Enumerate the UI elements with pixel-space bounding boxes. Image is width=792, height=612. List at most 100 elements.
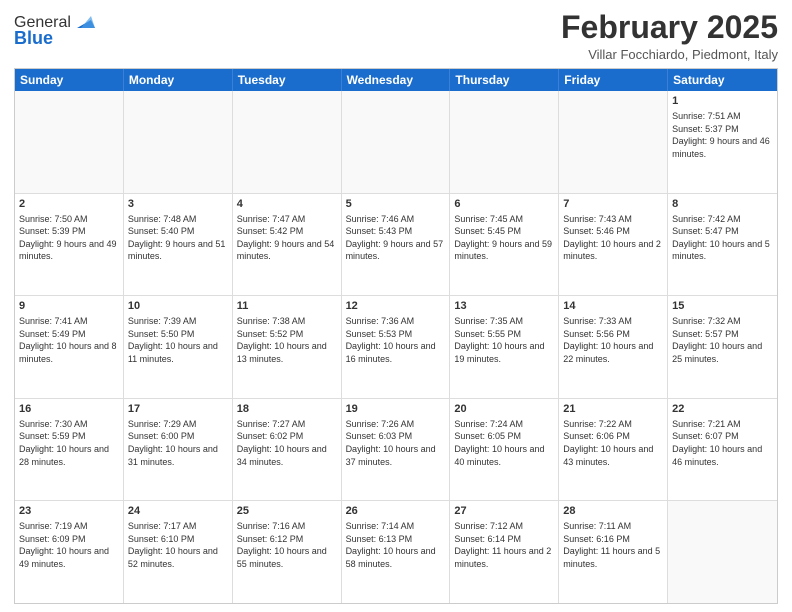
empty-cell (668, 501, 777, 603)
day-info: Sunrise: 7:33 AM Sunset: 5:56 PM Dayligh… (563, 315, 663, 365)
day-number: 25 (237, 504, 337, 519)
logo-blue-text: Blue (14, 28, 53, 49)
day-info: Sunrise: 7:51 AM Sunset: 5:37 PM Dayligh… (672, 110, 773, 160)
day-of-week-monday: Monday (124, 69, 233, 91)
day-number: 28 (563, 504, 663, 519)
day-info: Sunrise: 7:47 AM Sunset: 5:42 PM Dayligh… (237, 213, 337, 263)
day-info: Sunrise: 7:12 AM Sunset: 6:14 PM Dayligh… (454, 520, 554, 570)
day-number: 20 (454, 402, 554, 417)
day-of-week-friday: Friday (559, 69, 668, 91)
day-number: 3 (128, 197, 228, 212)
day-number: 2 (19, 197, 119, 212)
day-info: Sunrise: 7:11 AM Sunset: 6:16 PM Dayligh… (563, 520, 663, 570)
day-number: 8 (672, 197, 773, 212)
day-number: 9 (19, 299, 119, 314)
week-row-1: 1Sunrise: 7:51 AM Sunset: 5:37 PM Daylig… (15, 91, 777, 193)
logo: General Blue (14, 14, 95, 49)
day-info: Sunrise: 7:19 AM Sunset: 6:09 PM Dayligh… (19, 520, 119, 570)
day-number: 26 (346, 504, 446, 519)
day-cell-21: 21Sunrise: 7:22 AM Sunset: 6:06 PM Dayli… (559, 399, 668, 501)
day-cell-10: 10Sunrise: 7:39 AM Sunset: 5:50 PM Dayli… (124, 296, 233, 398)
day-number: 10 (128, 299, 228, 314)
month-title: February 2025 (561, 10, 778, 45)
day-cell-12: 12Sunrise: 7:36 AM Sunset: 5:53 PM Dayli… (342, 296, 451, 398)
day-info: Sunrise: 7:42 AM Sunset: 5:47 PM Dayligh… (672, 213, 773, 263)
day-info: Sunrise: 7:45 AM Sunset: 5:45 PM Dayligh… (454, 213, 554, 263)
day-info: Sunrise: 7:46 AM Sunset: 5:43 PM Dayligh… (346, 213, 446, 263)
day-of-week-saturday: Saturday (668, 69, 777, 91)
day-cell-8: 8Sunrise: 7:42 AM Sunset: 5:47 PM Daylig… (668, 194, 777, 296)
day-number: 23 (19, 504, 119, 519)
page: General Blue February 2025 Villar Focchi… (0, 0, 792, 612)
day-cell-28: 28Sunrise: 7:11 AM Sunset: 6:16 PM Dayli… (559, 501, 668, 603)
day-cell-11: 11Sunrise: 7:38 AM Sunset: 5:52 PM Dayli… (233, 296, 342, 398)
empty-cell (233, 91, 342, 193)
day-number: 21 (563, 402, 663, 417)
empty-cell (559, 91, 668, 193)
day-cell-17: 17Sunrise: 7:29 AM Sunset: 6:00 PM Dayli… (124, 399, 233, 501)
day-number: 6 (454, 197, 554, 212)
day-cell-4: 4Sunrise: 7:47 AM Sunset: 5:42 PM Daylig… (233, 194, 342, 296)
day-number: 14 (563, 299, 663, 314)
day-cell-3: 3Sunrise: 7:48 AM Sunset: 5:40 PM Daylig… (124, 194, 233, 296)
day-number: 11 (237, 299, 337, 314)
day-info: Sunrise: 7:36 AM Sunset: 5:53 PM Dayligh… (346, 315, 446, 365)
day-cell-18: 18Sunrise: 7:27 AM Sunset: 6:02 PM Dayli… (233, 399, 342, 501)
day-info: Sunrise: 7:38 AM Sunset: 5:52 PM Dayligh… (237, 315, 337, 365)
day-info: Sunrise: 7:22 AM Sunset: 6:06 PM Dayligh… (563, 418, 663, 468)
day-number: 7 (563, 197, 663, 212)
day-info: Sunrise: 7:27 AM Sunset: 6:02 PM Dayligh… (237, 418, 337, 468)
day-number: 1 (672, 94, 773, 109)
day-info: Sunrise: 7:30 AM Sunset: 5:59 PM Dayligh… (19, 418, 119, 468)
day-cell-2: 2Sunrise: 7:50 AM Sunset: 5:39 PM Daylig… (15, 194, 124, 296)
empty-cell (342, 91, 451, 193)
day-cell-15: 15Sunrise: 7:32 AM Sunset: 5:57 PM Dayli… (668, 296, 777, 398)
day-cell-13: 13Sunrise: 7:35 AM Sunset: 5:55 PM Dayli… (450, 296, 559, 398)
day-of-week-tuesday: Tuesday (233, 69, 342, 91)
day-info: Sunrise: 7:32 AM Sunset: 5:57 PM Dayligh… (672, 315, 773, 365)
day-cell-24: 24Sunrise: 7:17 AM Sunset: 6:10 PM Dayli… (124, 501, 233, 603)
day-number: 19 (346, 402, 446, 417)
week-row-4: 16Sunrise: 7:30 AM Sunset: 5:59 PM Dayli… (15, 398, 777, 501)
day-info: Sunrise: 7:16 AM Sunset: 6:12 PM Dayligh… (237, 520, 337, 570)
day-of-week-thursday: Thursday (450, 69, 559, 91)
day-number: 16 (19, 402, 119, 417)
day-cell-9: 9Sunrise: 7:41 AM Sunset: 5:49 PM Daylig… (15, 296, 124, 398)
day-number: 17 (128, 402, 228, 417)
day-info: Sunrise: 7:21 AM Sunset: 6:07 PM Dayligh… (672, 418, 773, 468)
day-cell-7: 7Sunrise: 7:43 AM Sunset: 5:46 PM Daylig… (559, 194, 668, 296)
calendar-body: 1Sunrise: 7:51 AM Sunset: 5:37 PM Daylig… (15, 91, 777, 603)
title-block: February 2025 Villar Focchiardo, Piedmon… (561, 10, 778, 62)
day-cell-23: 23Sunrise: 7:19 AM Sunset: 6:09 PM Dayli… (15, 501, 124, 603)
day-info: Sunrise: 7:14 AM Sunset: 6:13 PM Dayligh… (346, 520, 446, 570)
week-row-5: 23Sunrise: 7:19 AM Sunset: 6:09 PM Dayli… (15, 500, 777, 603)
header: General Blue February 2025 Villar Focchi… (14, 10, 778, 62)
week-row-3: 9Sunrise: 7:41 AM Sunset: 5:49 PM Daylig… (15, 295, 777, 398)
day-number: 5 (346, 197, 446, 212)
day-info: Sunrise: 7:41 AM Sunset: 5:49 PM Dayligh… (19, 315, 119, 365)
day-info: Sunrise: 7:29 AM Sunset: 6:00 PM Dayligh… (128, 418, 228, 468)
day-info: Sunrise: 7:35 AM Sunset: 5:55 PM Dayligh… (454, 315, 554, 365)
day-info: Sunrise: 7:39 AM Sunset: 5:50 PM Dayligh… (128, 315, 228, 365)
day-info: Sunrise: 7:48 AM Sunset: 5:40 PM Dayligh… (128, 213, 228, 263)
day-number: 27 (454, 504, 554, 519)
day-of-week-wednesday: Wednesday (342, 69, 451, 91)
day-cell-5: 5Sunrise: 7:46 AM Sunset: 5:43 PM Daylig… (342, 194, 451, 296)
day-cell-16: 16Sunrise: 7:30 AM Sunset: 5:59 PM Dayli… (15, 399, 124, 501)
empty-cell (124, 91, 233, 193)
day-number: 24 (128, 504, 228, 519)
day-number: 13 (454, 299, 554, 314)
day-number: 15 (672, 299, 773, 314)
day-info: Sunrise: 7:50 AM Sunset: 5:39 PM Dayligh… (19, 213, 119, 263)
calendar: SundayMondayTuesdayWednesdayThursdayFrid… (14, 68, 778, 604)
day-of-week-sunday: Sunday (15, 69, 124, 91)
day-cell-22: 22Sunrise: 7:21 AM Sunset: 6:07 PM Dayli… (668, 399, 777, 501)
location: Villar Focchiardo, Piedmont, Italy (561, 47, 778, 62)
day-cell-14: 14Sunrise: 7:33 AM Sunset: 5:56 PM Dayli… (559, 296, 668, 398)
empty-cell (450, 91, 559, 193)
day-cell-1: 1Sunrise: 7:51 AM Sunset: 5:37 PM Daylig… (668, 91, 777, 193)
day-number: 22 (672, 402, 773, 417)
day-info: Sunrise: 7:26 AM Sunset: 6:03 PM Dayligh… (346, 418, 446, 468)
day-cell-19: 19Sunrise: 7:26 AM Sunset: 6:03 PM Dayli… (342, 399, 451, 501)
day-cell-20: 20Sunrise: 7:24 AM Sunset: 6:05 PM Dayli… (450, 399, 559, 501)
